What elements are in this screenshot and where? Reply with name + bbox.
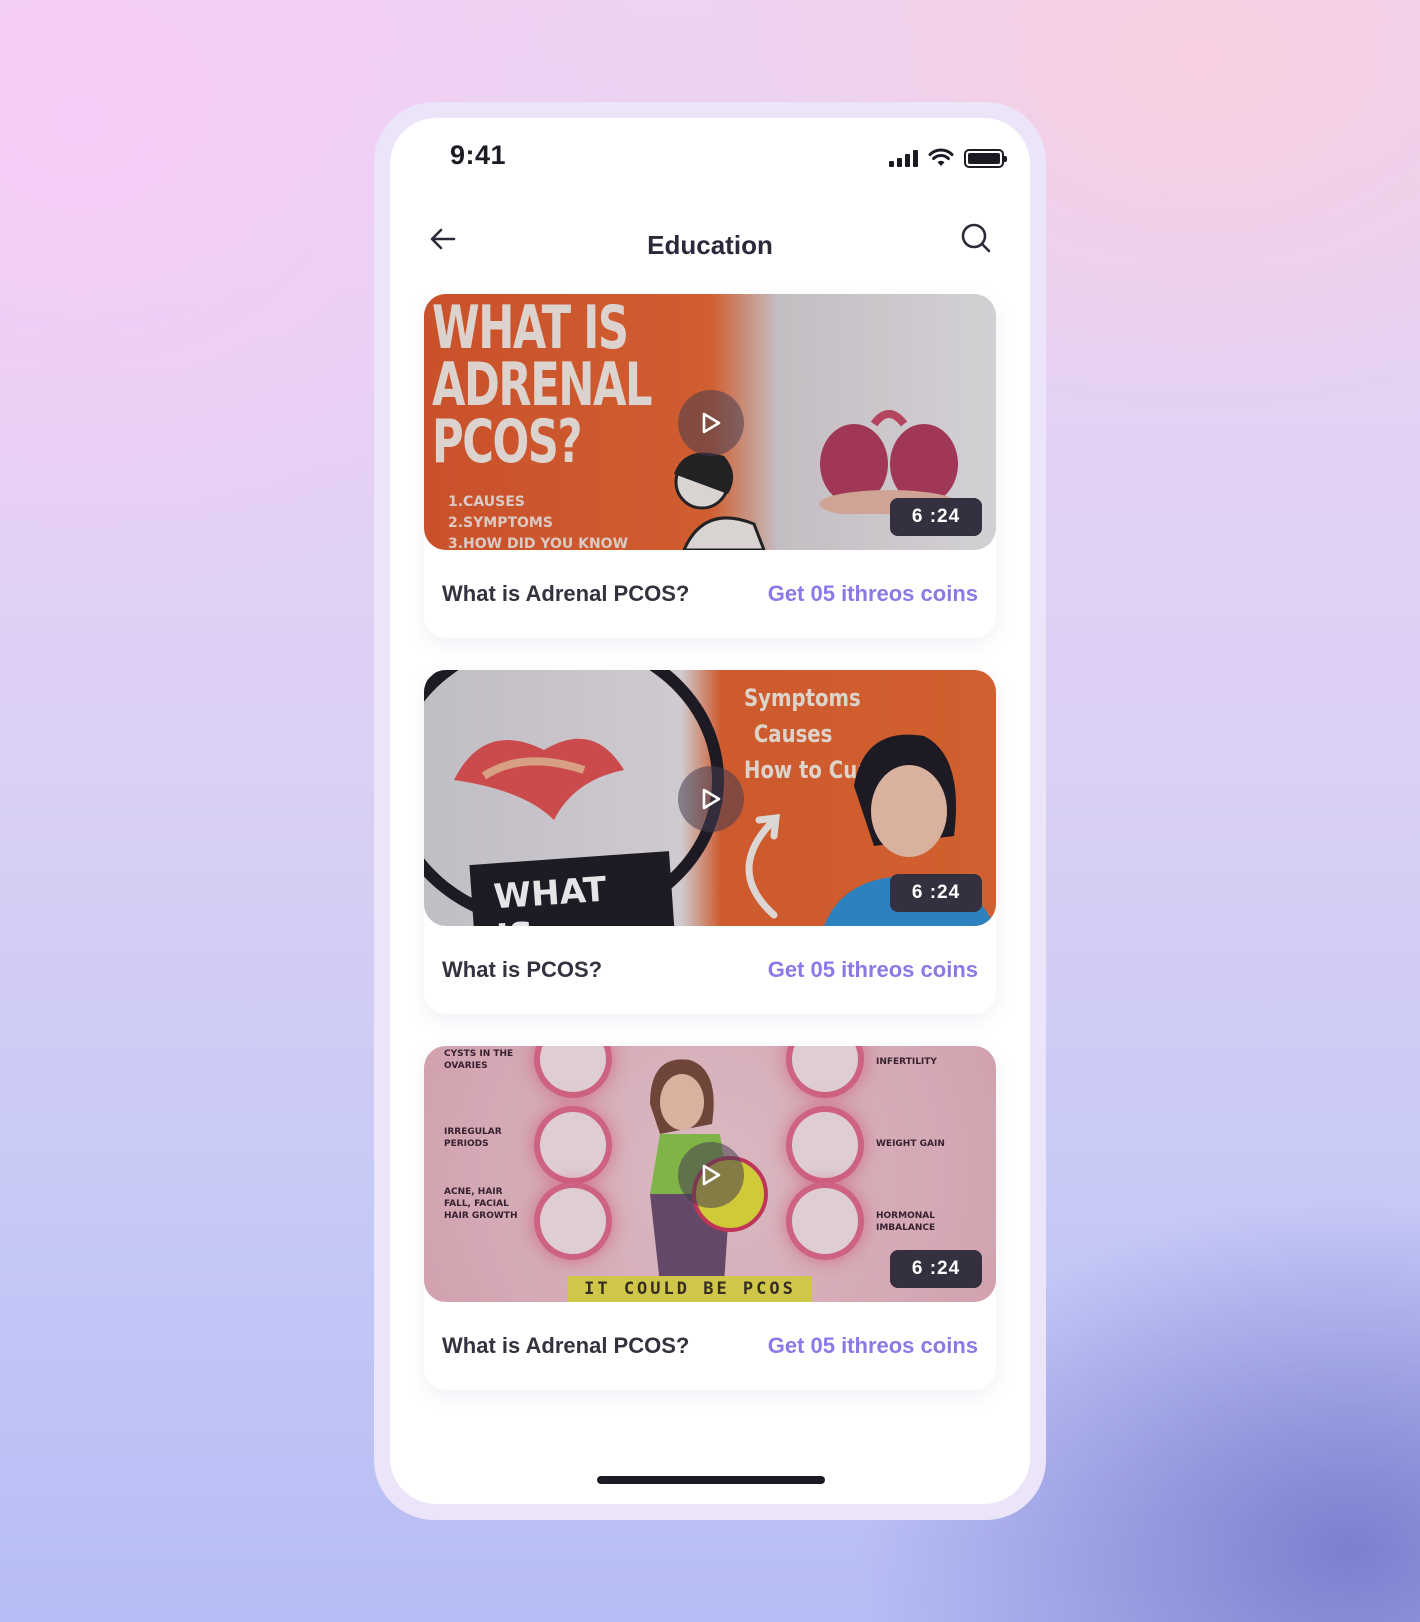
duration-badge: 6 :24 <box>890 874 982 912</box>
video-title: What is Adrenal PCOS? <box>442 1333 690 1358</box>
video-list: WHAT IS ADRENAL PCOS? 1.CAUSES 2.SYMPTOM… <box>424 294 996 1422</box>
search-button[interactable] <box>958 220 994 256</box>
duration-badge: 6 :24 <box>890 498 982 536</box>
reward-link[interactable]: Get 05 ithreos coins <box>768 957 978 983</box>
status-icons <box>889 146 1007 170</box>
reward-link[interactable]: Get 05 ithreos coins <box>768 581 978 607</box>
play-button[interactable] <box>678 766 744 832</box>
play-icon <box>702 1164 721 1186</box>
card-footer: What is Adrenal PCOS? Get 05 ithreos coi… <box>442 550 978 638</box>
card-footer: What is PCOS? Get 05 ithreos coins <box>442 926 978 1014</box>
video-card[interactable]: WHAT IS ADRENAL PCOS? 1.CAUSES 2.SYMPTOM… <box>424 294 996 638</box>
play-icon <box>702 788 721 810</box>
play-icon <box>702 412 721 434</box>
video-thumbnail[interactable]: WHAT IS ADRENAL PCOS? 1.CAUSES 2.SYMPTOM… <box>424 294 996 550</box>
video-card[interactable]: CYSTS IN THE OVARIES IRREGULAR PERIODS A… <box>424 1046 996 1390</box>
play-button[interactable] <box>678 1142 744 1208</box>
home-indicator[interactable] <box>597 1476 825 1484</box>
video-card[interactable]: Symptoms Causes How to Cure WHAT IS PCOS… <box>424 670 996 1014</box>
video-thumbnail[interactable]: Symptoms Causes How to Cure WHAT IS PCOS… <box>424 670 996 926</box>
wifi-icon <box>928 148 954 166</box>
duration-badge: 6 :24 <box>890 1250 982 1288</box>
reward-link[interactable]: Get 05 ithreos coins <box>768 1333 978 1359</box>
status-bar: 9:41 <box>390 118 1030 198</box>
page-title: Education <box>647 230 773 260</box>
video-title: What is Adrenal PCOS? <box>442 581 690 606</box>
video-thumbnail[interactable]: CYSTS IN THE OVARIES IRREGULAR PERIODS A… <box>424 1046 996 1302</box>
card-footer: What is Adrenal PCOS? Get 05 ithreos coi… <box>442 1302 978 1390</box>
phone-screen: 9:41 Education WHAT IS ADRENAL PCOS? 1.C… <box>390 118 1030 1504</box>
play-button[interactable] <box>678 390 744 456</box>
search-icon <box>961 223 991 253</box>
video-title: What is PCOS? <box>442 957 603 982</box>
battery-icon <box>964 148 1007 168</box>
cellular-signal-icon <box>889 149 918 167</box>
status-time: 9:41 <box>450 140 507 170</box>
nav-bar: Education <box>390 198 1030 288</box>
